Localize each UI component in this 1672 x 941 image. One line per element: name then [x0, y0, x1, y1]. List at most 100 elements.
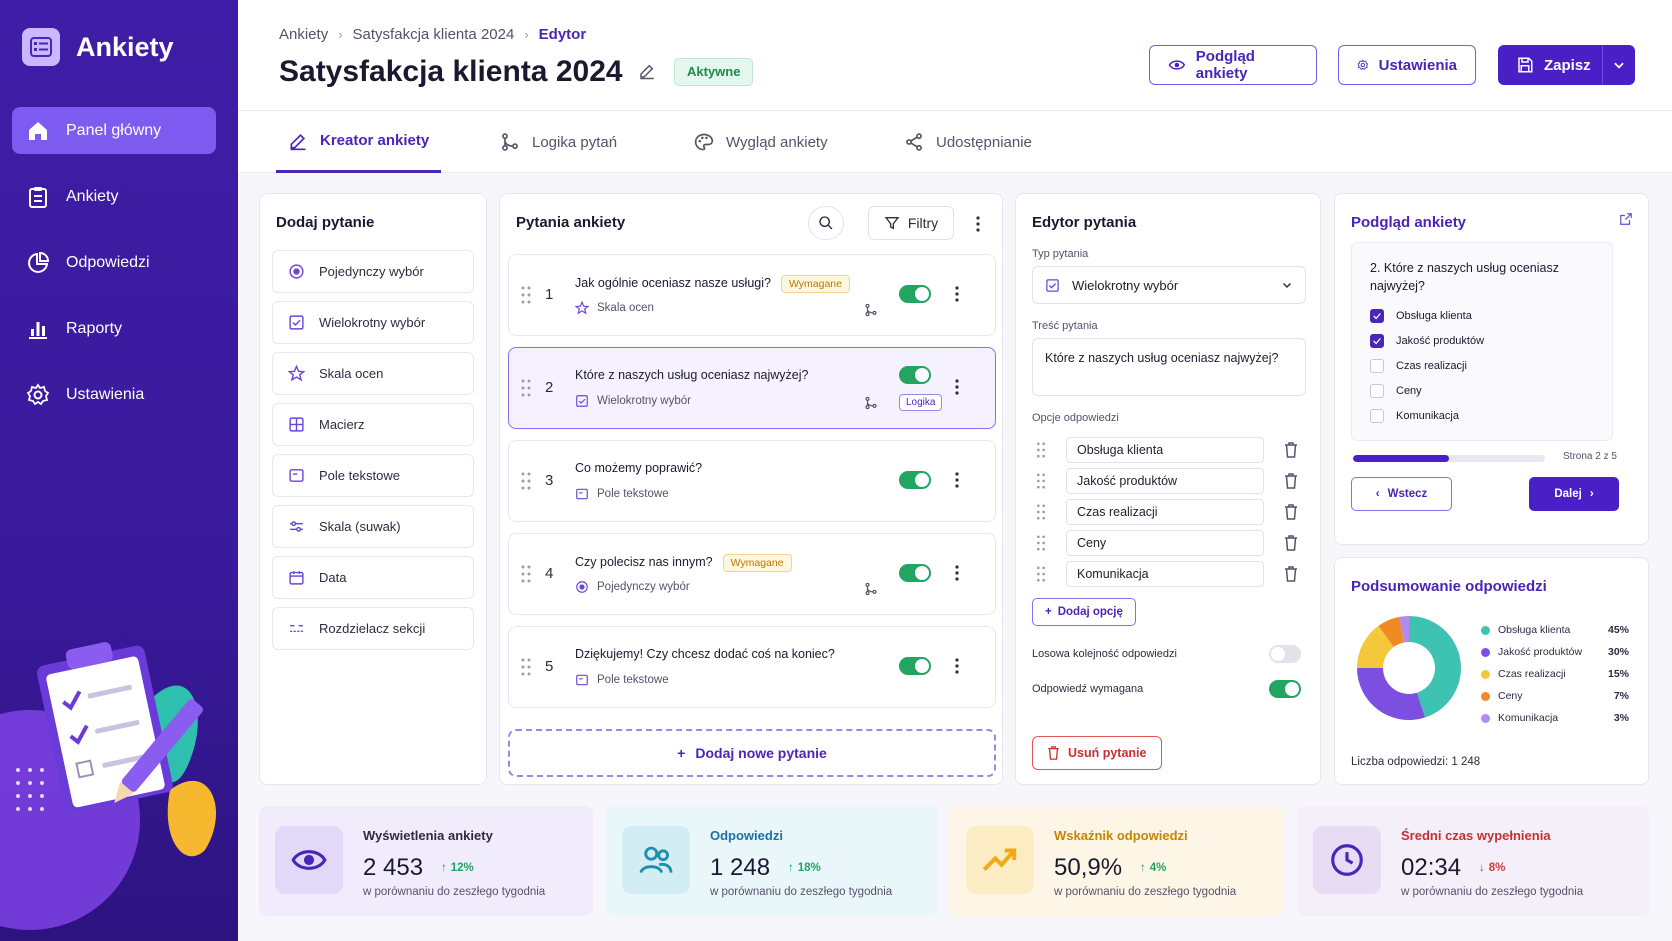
option-input[interactable]: Jakość produktów: [1066, 468, 1264, 494]
more-icon[interactable]: [955, 379, 959, 395]
qtype-multiple-choice[interactable]: Wielokrotny wybór: [272, 301, 474, 344]
search-icon: [819, 216, 833, 230]
drag-handle-icon[interactable]: [521, 565, 531, 583]
stat-label: Odpowiedzi: [710, 828, 783, 843]
drag-handle-icon[interactable]: [521, 472, 531, 490]
qtype-slider[interactable]: Skala (suwak): [272, 505, 474, 548]
logic-badge[interactable]: Logika: [899, 394, 943, 411]
delete-question-button[interactable]: Usuń pytanie: [1032, 736, 1162, 770]
question-enabled-toggle[interactable]: [899, 564, 931, 582]
settings-button[interactable]: Ustawienia: [1338, 45, 1476, 85]
preview-button[interactable]: Podgląd ankiety: [1149, 45, 1317, 85]
qtype-single-choice[interactable]: Pojedynczy wybór: [272, 250, 474, 293]
option-input[interactable]: Ceny: [1066, 530, 1264, 556]
pencil-icon[interactable]: [638, 62, 656, 80]
back-button[interactable]: ‹ Wstecz: [1351, 477, 1452, 511]
more-icon[interactable]: [976, 216, 980, 232]
more-icon[interactable]: [955, 658, 959, 674]
question-card[interactable]: 4 Czy polecisz nas innym? Wymagane Pojedy…: [508, 533, 996, 615]
random-order-toggle[interactable]: [1269, 645, 1301, 663]
trash-icon[interactable]: [1284, 535, 1298, 551]
preview-option[interactable]: Jakość produktów: [1370, 334, 1484, 348]
trash-icon[interactable]: [1284, 473, 1298, 489]
clipboard-illustration: [0, 642, 217, 930]
random-order-label: Losowa kolejność odpowiedzi: [1032, 648, 1177, 660]
question-enabled-toggle[interactable]: [899, 471, 931, 489]
drag-handle-icon[interactable]: [521, 286, 531, 304]
panel-title: Dodaj pytanie: [276, 214, 375, 231]
branch-icon[interactable]: [864, 396, 878, 410]
question-card[interactable]: 5 Dziękujemy! Czy chcesz dodać coś na ko…: [508, 626, 996, 708]
required-toggle[interactable]: [1269, 680, 1301, 698]
branch-icon[interactable]: [864, 303, 878, 317]
option-input[interactable]: Czas realizacji: [1066, 499, 1264, 525]
tab-label: Logika pytań: [532, 133, 618, 151]
trash-icon[interactable]: [1284, 566, 1298, 582]
drag-handle-icon[interactable]: [521, 658, 531, 676]
trash-icon[interactable]: [1284, 442, 1298, 458]
drag-handle-icon[interactable]: [1036, 566, 1046, 582]
legend-value: 30%: [1607, 646, 1629, 658]
question-card[interactable]: 3 Co możemy poprawić? Pole tekstowe: [508, 440, 996, 522]
question-type-label: Pole tekstowe: [597, 674, 669, 686]
qtype-section-divider[interactable]: Rozdzielacz sekcji: [272, 607, 474, 650]
option-input[interactable]: Komunikacja: [1066, 561, 1264, 587]
gear-icon: [26, 382, 50, 405]
save-dropdown-button[interactable]: [1602, 45, 1635, 85]
required-label: Odpowiedź wymagana: [1032, 683, 1144, 695]
sidebar-item-raporty[interactable]: Raporty: [12, 305, 216, 352]
question-text: Jak ogólnie oceniasz nasze usługi? Wymaga…: [575, 275, 850, 293]
branch-icon[interactable]: [864, 582, 878, 596]
chevron-left-icon: ‹: [1375, 488, 1380, 500]
preview-option-label: Czas realizacji: [1396, 360, 1467, 372]
tab-logika[interactable]: Logika pytań: [500, 111, 617, 173]
drag-handle-icon[interactable]: [1036, 504, 1046, 520]
question-card[interactable]: 2 Które z naszych usług oceniasz najwyże…: [508, 347, 996, 429]
preview-option[interactable]: Ceny: [1370, 384, 1422, 398]
breadcrumb-item[interactable]: Ankiety: [279, 26, 328, 43]
question-enabled-toggle[interactable]: [899, 285, 931, 303]
question-enabled-toggle[interactable]: [899, 366, 931, 384]
tab-kreator[interactable]: Kreator ankiety: [276, 111, 442, 173]
breadcrumb-item[interactable]: Satysfakcja klienta 2024: [353, 26, 515, 43]
question-type-select[interactable]: Wielokrotny wybór: [1032, 266, 1306, 304]
sidebar-item-panel[interactable]: Panel główny: [12, 107, 216, 154]
add-question-button[interactable]: + Dodaj nowe pytanie: [508, 729, 996, 777]
question-number: 3: [545, 472, 554, 489]
preview-option[interactable]: Czas realizacji: [1370, 359, 1467, 373]
legend-dot-icon: [1481, 713, 1490, 723]
chevron-down-icon: [1282, 282, 1292, 289]
sidebar-item-ustawienia[interactable]: Ustawienia: [12, 371, 216, 418]
tab-wyglad[interactable]: Wygląd ankiety: [694, 111, 828, 173]
preview-option[interactable]: Komunikacja: [1370, 409, 1459, 423]
sidebar-item-ankiety[interactable]: Ankiety: [12, 173, 216, 220]
qtype-date[interactable]: Data: [272, 556, 474, 599]
option-input[interactable]: Obsługa klienta: [1066, 437, 1264, 463]
drag-handle-icon[interactable]: [1036, 473, 1046, 489]
save-button[interactable]: Zapisz: [1498, 45, 1602, 85]
question-card[interactable]: 1 Jak ogólnie oceniasz nasze usługi? Wyma…: [508, 254, 996, 336]
more-icon[interactable]: [955, 286, 959, 302]
preview-option[interactable]: Obsługa klienta: [1370, 309, 1472, 323]
sidebar-item-odpowiedzi[interactable]: Odpowiedzi: [12, 239, 216, 286]
next-button[interactable]: Dalej ›: [1529, 477, 1619, 511]
question-content-input[interactable]: Które z naszych usług oceniasz najwyżej?: [1032, 338, 1306, 396]
question-enabled-toggle[interactable]: [899, 657, 931, 675]
legend-value: 45%: [1607, 624, 1629, 636]
trash-icon[interactable]: [1284, 504, 1298, 520]
qtype-text[interactable]: Pole tekstowe: [272, 454, 474, 497]
search-button[interactable]: [808, 206, 844, 240]
stat-delta: ↑ 18%: [788, 862, 821, 874]
qtype-rating[interactable]: Skala ocen: [272, 352, 474, 395]
qtype-matrix[interactable]: Macierz: [272, 403, 474, 446]
filter-button[interactable]: Filtry: [868, 206, 954, 240]
more-icon[interactable]: [955, 472, 959, 488]
drag-handle-icon[interactable]: [1036, 442, 1046, 458]
more-icon[interactable]: [955, 565, 959, 581]
drag-handle-icon[interactable]: [521, 379, 531, 397]
external-link-icon[interactable]: [1619, 212, 1633, 226]
save-button-label: Zapisz: [1544, 56, 1591, 74]
add-option-button[interactable]: + Dodaj opcję: [1032, 598, 1136, 626]
drag-handle-icon[interactable]: [1036, 535, 1046, 551]
tab-udostepnianie[interactable]: Udostępnianie: [904, 111, 1032, 173]
